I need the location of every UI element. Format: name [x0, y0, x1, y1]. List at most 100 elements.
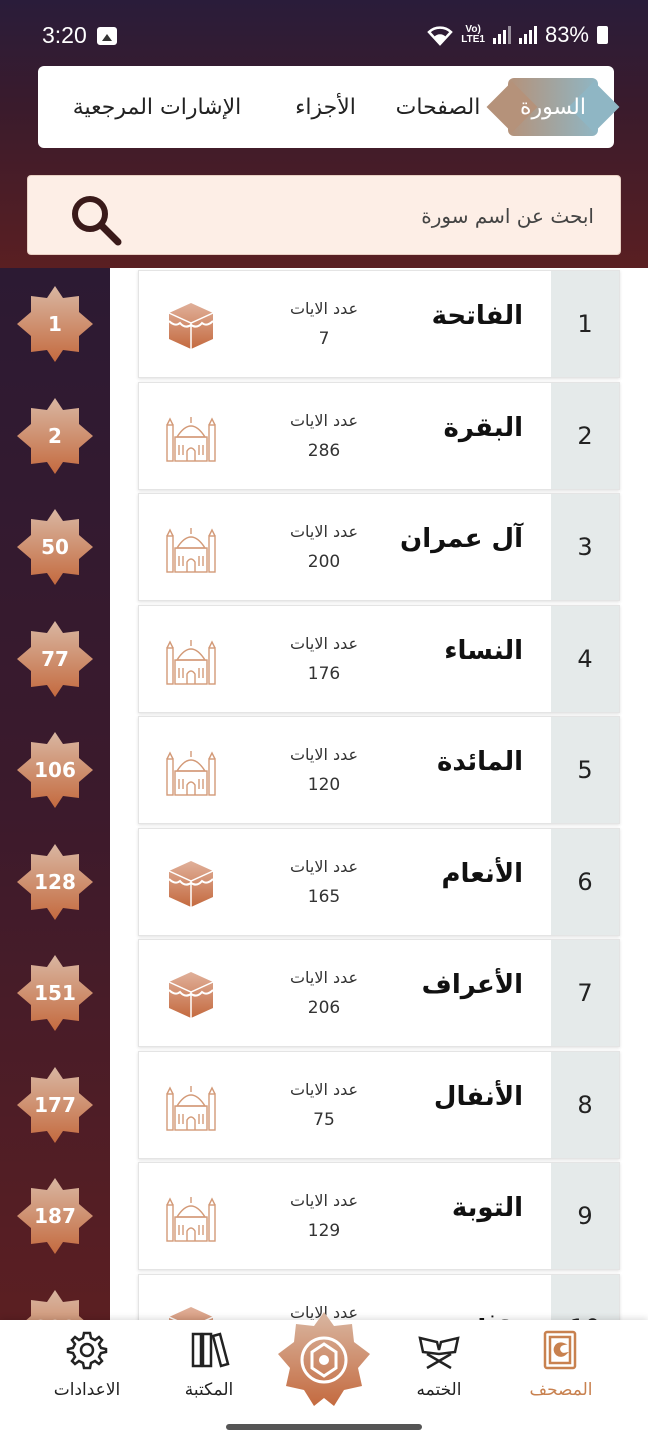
tab-surah-label: السورة [520, 94, 586, 120]
kaaba-icon [168, 860, 214, 907]
surah-row[interactable]: 1 الفاتحة عدد الايات 7 [138, 270, 620, 378]
page-badge[interactable]: 151 [17, 955, 93, 1031]
tab-pages[interactable]: الصفحات [388, 78, 488, 136]
page-badge-number: 1 [48, 312, 62, 336]
page-badge[interactable]: 1 [17, 286, 93, 362]
mosque-icon [166, 528, 216, 573]
verses-count-label: عدد الايات [289, 968, 359, 987]
surah-name: البقرة [443, 412, 523, 443]
surah-name: المائدة [437, 747, 523, 777]
page-index-rail: 1 2 50 77 106 128 151 177 187 [0, 268, 110, 1366]
verses-count-label: عدد الايات [289, 410, 359, 430]
home-indicator[interactable] [226, 1424, 422, 1430]
surah-row[interactable]: 5 المائدة عدد الايات 120 [138, 716, 620, 824]
nav-library[interactable]: المكتبة [154, 1328, 264, 1408]
surah-name: يونس [450, 1304, 523, 1321]
verses-count-label: عدد الايات [289, 1079, 359, 1099]
page-badge-number: 128 [34, 869, 76, 894]
page-badge[interactable]: 2 [17, 397, 93, 474]
surah-number: 7 [551, 940, 619, 1046]
tab-pages-label: الصفحات [395, 94, 481, 120]
tab-juz[interactable]: الأجزاء [283, 78, 368, 136]
verses-count-label: عدد الايات [289, 856, 359, 876]
page-badge-number: 177 [34, 1092, 76, 1117]
library-icon [191, 1332, 230, 1368]
tab-juz-label: الأجزاء [295, 94, 356, 120]
surah-name: الفاتحة [431, 301, 523, 331]
page-badge-number: 77 [41, 646, 69, 671]
verses-count-label: عدد الايات [289, 745, 359, 764]
status-time: 3:20 [42, 22, 87, 48]
page-badge[interactable]: 106 [17, 732, 93, 808]
verses-count: 176 [307, 663, 341, 684]
wifi-icon [427, 26, 453, 46]
verses-count: 75 [313, 1109, 335, 1130]
verses-count: 200 [307, 552, 341, 572]
search-icon[interactable] [68, 192, 124, 248]
verses-count: 129 [307, 1221, 341, 1241]
surah-number: 5 [551, 717, 619, 823]
surah-row[interactable]: 4 النساء عدد الايات 176 [138, 604, 620, 713]
verses-count: 7 [318, 329, 330, 349]
mosque-icon [166, 416, 216, 462]
surah-row[interactable]: 6 الأنعام عدد الايات 165 [138, 827, 620, 936]
nav-library-label: المكتبة [184, 1380, 234, 1400]
verses-count: 165 [307, 886, 341, 907]
tab-bar: السورة الصفحات الأجزاء الإشارات المرجعية [38, 66, 614, 148]
nav-khatma[interactable]: الختمه [384, 1328, 494, 1408]
lte-indicator: Vo) LTE1 [461, 25, 485, 45]
surah-name: الأنفال [433, 1081, 523, 1112]
kaaba-icon [168, 972, 214, 1018]
surah-name: التوبة [451, 1193, 523, 1223]
verses-count-label: عدد الايات [289, 1191, 359, 1210]
center-emblem-icon[interactable] [274, 1310, 374, 1410]
gallery-notification-icon [97, 27, 117, 45]
verses-count-label: عدد الايات [289, 299, 359, 318]
surah-name: الأنعام [441, 858, 523, 889]
surah-list: 1 الفاتحة عدد الايات 7 2 البقرة عدد الاي… [110, 268, 648, 1320]
page-badge[interactable]: 128 [17, 843, 93, 920]
nav-khatma-label: الختمه [416, 1380, 462, 1400]
page-badge[interactable]: 77 [17, 620, 93, 697]
surah-number: 9 [551, 1163, 619, 1269]
nav-settings-label: الاعدادات [53, 1380, 121, 1400]
surah-row[interactable]: 3 آل عمران عدد الايات 200 [138, 493, 620, 601]
bottom-navigation: الاعدادات المكتبة الختمه المصحف [0, 1312, 648, 1440]
surah-row[interactable]: 8 الأنفال عدد الايات 75 [138, 1050, 620, 1159]
page-badge-number: 2 [48, 423, 62, 448]
status-bar: 3:20 Vo) LTE1 83% [0, 0, 648, 70]
verses-count-label: عدد الايات [289, 522, 359, 541]
page-badge[interactable]: 177 [17, 1066, 93, 1143]
surah-name: النساء [444, 635, 523, 666]
surah-name: الأعراف [421, 970, 523, 1000]
search-input[interactable] [154, 196, 594, 236]
mosque-icon [166, 1085, 216, 1131]
tab-bookmarks[interactable]: الإشارات المرجعية [54, 78, 260, 136]
mosque-icon [166, 1197, 216, 1242]
verses-count: 120 [307, 775, 341, 795]
surah-number: 10 [551, 1274, 619, 1320]
mushaf-icon [543, 1330, 577, 1370]
page-badge[interactable]: 50 [17, 509, 93, 585]
signal-icon-2 [518, 26, 537, 44]
surah-number: 3 [551, 494, 619, 600]
quran-stand-icon [418, 1336, 460, 1370]
nav-mushaf-label: المصحف [529, 1380, 593, 1400]
surah-row[interactable]: 7 الأعراف عدد الايات 206 [138, 939, 620, 1047]
tab-bookmarks-label: الإشارات المرجعية [72, 94, 242, 120]
tab-surah[interactable]: السورة [508, 78, 598, 136]
kaaba-icon [168, 303, 214, 349]
page-badge-number: 151 [34, 981, 76, 1005]
surah-number: 8 [551, 1051, 619, 1158]
verses-count: 286 [307, 440, 341, 461]
nav-settings[interactable]: الاعدادات [32, 1328, 142, 1408]
surah-row[interactable]: 9 التوبة عدد الايات 129 [138, 1162, 620, 1270]
kaaba-icon [168, 1306, 214, 1320]
surah-row[interactable]: 10 يونس عدد الايات [138, 1273, 620, 1321]
surah-row[interactable]: 2 البقرة عدد الايات 286 [138, 381, 620, 490]
verses-count-label: عدد الايات [289, 633, 359, 653]
page-badge[interactable]: 187 [17, 1178, 93, 1254]
battery-icon [597, 26, 608, 44]
nav-mushaf[interactable]: المصحف [506, 1328, 616, 1408]
lte-label: LTE1 [461, 34, 485, 45]
